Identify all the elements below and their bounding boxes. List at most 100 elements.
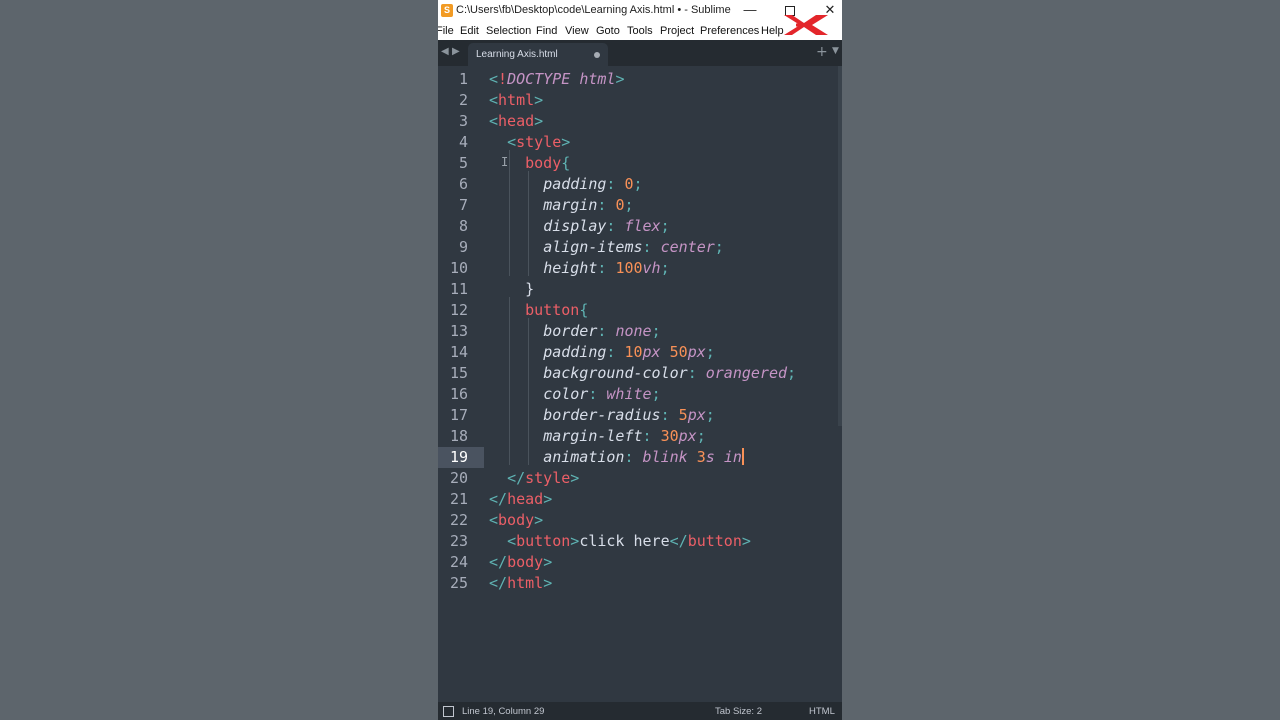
code-text[interactable]: <style> <box>489 132 570 153</box>
code-line[interactable]: 20 </style> <box>438 468 842 489</box>
code-token: 3 <box>696 448 706 466</box>
code-token: body <box>498 511 535 529</box>
code-text[interactable]: background-color: orangered; <box>489 363 796 384</box>
code-line[interactable]: 9 align-items: center; <box>438 237 842 258</box>
code-text[interactable]: </style> <box>489 468 579 489</box>
tab-nav-right-icon[interactable]: ▶ <box>452 46 460 57</box>
code-token: > <box>570 532 580 550</box>
cursor-position[interactable]: Line 19, Column 29 <box>462 706 544 717</box>
line-number: 1 <box>458 70 468 88</box>
code-token: ; <box>696 427 706 445</box>
code-text[interactable]: <body> <box>489 510 543 531</box>
code-line[interactable]: 13 border: none; <box>438 321 842 342</box>
code-line[interactable]: 10 height: 100vh; <box>438 258 842 279</box>
line-number: 9 <box>458 238 468 256</box>
code-line[interactable]: 19 animation: blink 3s in <box>438 447 842 468</box>
menu-help[interactable]: Help <box>761 25 784 37</box>
code-line[interactable]: 17 border-radius: 5px; <box>438 405 842 426</box>
code-line[interactable]: 2 <html> <box>438 90 842 111</box>
code-line[interactable]: 23 <button>click here</button> <box>438 531 842 552</box>
menu-tools[interactable]: Tools <box>627 25 653 37</box>
code-text[interactable]: </body> <box>489 552 552 573</box>
menu-project[interactable]: Project <box>660 25 694 37</box>
code-token: ; <box>714 238 724 256</box>
code-line[interactable]: 14 padding: 10px 50px; <box>438 342 842 363</box>
code-line[interactable]: 12 button{ <box>438 300 842 321</box>
code-editor[interactable]: I 1 <!DOCTYPE html> 2 <html> 3 <head> 4 <style… <box>438 66 842 700</box>
code-text[interactable]: border-radius: 5px; <box>489 405 715 426</box>
code-text[interactable]: padding: 0; <box>489 174 642 195</box>
code-token: : <box>624 448 643 466</box>
menu-selection[interactable]: Selection <box>486 25 531 37</box>
code-token: html <box>498 91 535 109</box>
menu-goto[interactable]: Goto <box>596 25 620 37</box>
code-line[interactable]: 7 margin: 0; <box>438 195 842 216</box>
code-line[interactable]: 4 <style> <box>438 132 842 153</box>
code-line[interactable]: 6 padding: 0; <box>438 174 842 195</box>
code-text[interactable]: <!DOCTYPE html> <box>489 69 624 90</box>
unsaved-dot-icon[interactable] <box>594 52 600 58</box>
code-line[interactable]: 25 </html> <box>438 573 842 594</box>
code-text[interactable]: <html> <box>489 90 543 111</box>
tab-size[interactable]: Tab Size: 2 <box>715 706 762 717</box>
code-token: > <box>543 490 553 508</box>
sublime-window: S C:\Users\fb\Desktop\code\Learning Axis… <box>438 0 842 720</box>
code-token: </ <box>669 532 688 550</box>
code-text[interactable]: } <box>489 279 534 300</box>
code-text[interactable]: </head> <box>489 489 552 510</box>
code-text[interactable]: align-items: center; <box>489 237 724 258</box>
code-text[interactable]: body{ <box>489 153 570 174</box>
code-line[interactable]: 8 display: flex; <box>438 216 842 237</box>
menu-preferences[interactable]: Preferences <box>700 25 759 37</box>
code-text[interactable]: margin: 0; <box>489 195 633 216</box>
panel-toggle-icon[interactable] <box>443 706 454 717</box>
code-line[interactable]: 21 </head> <box>438 489 842 510</box>
code-line[interactable]: 5 body{ <box>438 153 842 174</box>
code-token: < <box>489 70 499 88</box>
code-text[interactable]: color: white; <box>489 384 660 405</box>
line-number: 2 <box>458 91 468 109</box>
menu-find[interactable]: Find <box>536 25 557 37</box>
code-token: ; <box>660 217 670 235</box>
tab-learning-axis[interactable]: Learning Axis.html <box>468 43 608 66</box>
code-text[interactable]: margin-left: 30px; <box>489 426 706 447</box>
code-token: < <box>489 91 499 109</box>
new-tab-button[interactable]: + <box>816 44 828 60</box>
code-line[interactable]: 22 <body> <box>438 510 842 531</box>
code-token: in <box>723 448 742 466</box>
code-text[interactable]: button{ <box>489 300 588 321</box>
code-line[interactable]: 3 <head> <box>438 111 842 132</box>
line-number: 21 <box>449 490 468 508</box>
line-number: 20 <box>449 469 468 487</box>
code-text[interactable]: border: none; <box>489 321 660 342</box>
code-line[interactable]: 11 } <box>438 279 842 300</box>
code-line[interactable]: 18 margin-left: 30px; <box>438 426 842 447</box>
vertical-scrollbar[interactable] <box>838 66 842 426</box>
menu-view[interactable]: View <box>565 25 589 37</box>
code-text[interactable]: padding: 10px 50px; <box>489 342 715 363</box>
code-line[interactable]: 15 background-color: orangered; <box>438 363 842 384</box>
code-text[interactable]: </html> <box>489 573 552 594</box>
code-text[interactable]: <head> <box>489 111 543 132</box>
code-line[interactable]: 1 <!DOCTYPE html> <box>438 69 842 90</box>
code-text[interactable]: <button>click here</button> <box>489 531 751 552</box>
code-token: vh <box>642 259 661 277</box>
menu-edit[interactable]: Edit <box>460 25 479 37</box>
code-token: px <box>687 343 706 361</box>
code-text[interactable]: animation: blink 3s in <box>489 447 744 468</box>
menu-file[interactable]: File <box>438 25 454 37</box>
code-line[interactable]: 24 </body> <box>438 552 842 573</box>
syntax-mode[interactable]: HTML <box>809 706 835 717</box>
tab-list-dropdown-icon[interactable]: ▼ <box>832 46 839 56</box>
code-line[interactable]: 16 color: white; <box>438 384 842 405</box>
tab-nav-left-icon[interactable]: ◀ <box>441 46 449 57</box>
code-token: > <box>534 112 544 130</box>
minimize-button[interactable]: — <box>730 0 770 22</box>
code-token: > <box>543 553 553 571</box>
code-text[interactable]: display: flex; <box>489 216 670 237</box>
code-text[interactable]: height: 100vh; <box>489 258 669 279</box>
